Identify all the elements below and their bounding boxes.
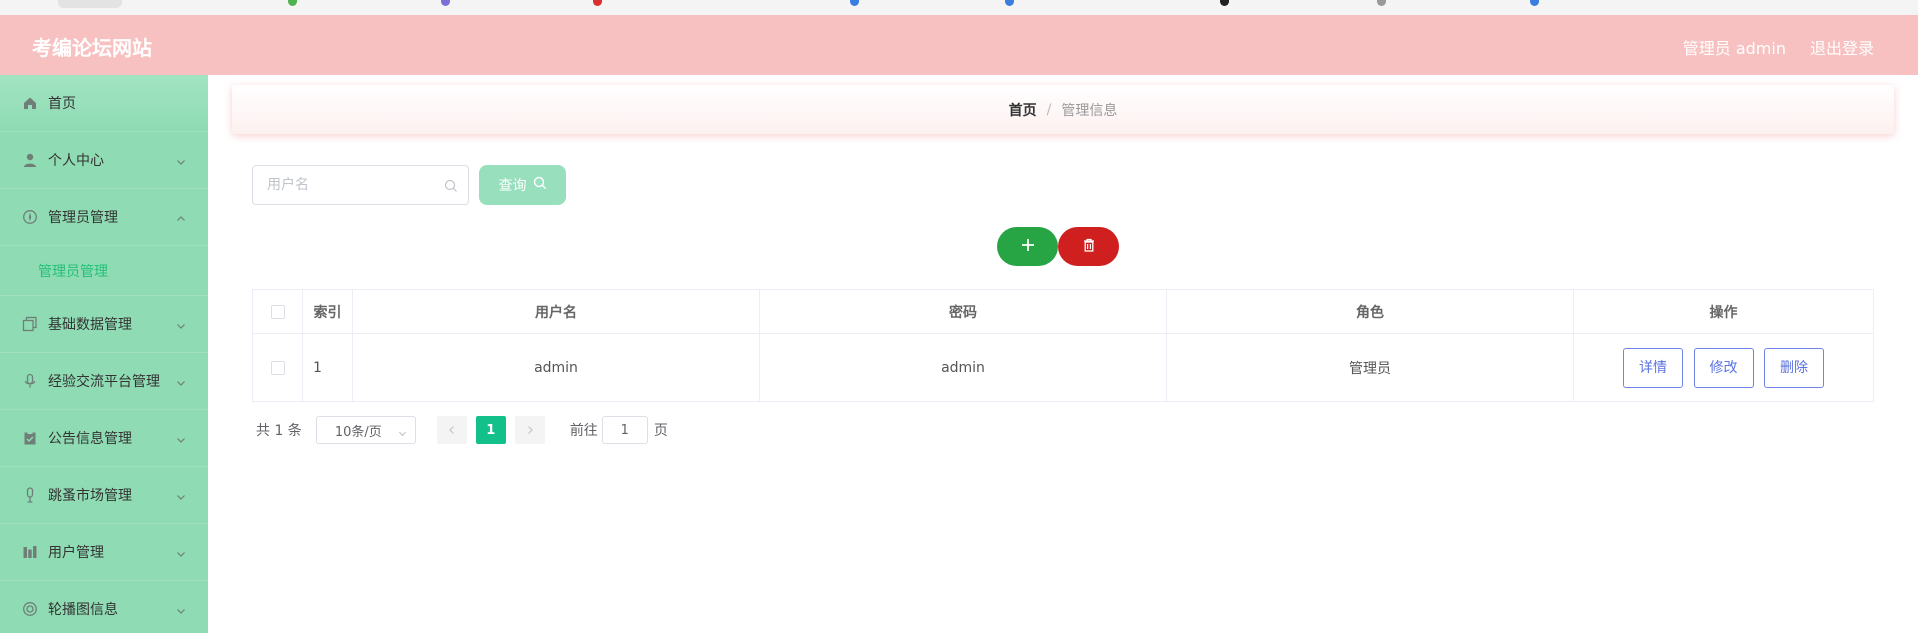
admin-table: 索引 用户名 密码 角色 操作 1 admin admin 管理员 详情 修改 …	[252, 289, 1874, 402]
breadcrumb-current: 管理信息	[1061, 102, 1118, 119]
user-icon	[22, 152, 38, 168]
clipboard-icon	[22, 430, 38, 446]
sidebar-item-admin-management[interactable]: 管理员管理	[0, 189, 208, 246]
row-checkbox[interactable]	[270, 360, 285, 375]
row-role: 管理员	[1166, 333, 1574, 402]
bookmark-icon[interactable]	[1377, 0, 1386, 6]
chevron-right-icon	[527, 426, 533, 434]
bookmark-icon[interactable]	[288, 0, 297, 6]
trash-icon	[1081, 237, 1097, 257]
query-button-label: 查询	[498, 178, 527, 194]
sidebar-item-carousel[interactable]: 轮播图信息	[0, 581, 208, 633]
goto-suffix: 页	[653, 423, 668, 439]
breadcrumb: 首页 / 管理信息	[232, 85, 1894, 134]
sidebar-item-profile[interactable]: 个人中心	[0, 132, 208, 189]
sidebar-item-label: 个人中心	[48, 153, 104, 169]
sidebar-item-home[interactable]: 首页	[0, 75, 208, 132]
sidebar-item-basic-data[interactable]: 基础数据管理	[0, 296, 208, 353]
chevron-down-icon	[176, 319, 186, 329]
goto-page-input[interactable]	[601, 416, 648, 444]
batch-delete-button[interactable]	[1058, 227, 1119, 266]
table-header-row: 索引 用户名 密码 角色 操作	[252, 289, 1874, 334]
mic-stand-icon	[22, 487, 38, 503]
sidebar-item-label: 轮播图信息	[48, 602, 118, 618]
total-count: 共 1 条	[256, 423, 302, 439]
row-index: 1	[302, 333, 353, 402]
bookmark-icon[interactable]	[1530, 0, 1539, 6]
chevron-down-icon	[176, 155, 186, 165]
search-icon	[444, 178, 458, 192]
delete-button[interactable]: 删除	[1763, 347, 1824, 388]
sidebar-item-announcements[interactable]: 公告信息管理	[0, 410, 208, 467]
edit-button[interactable]: 修改	[1693, 347, 1754, 388]
compass-icon	[22, 209, 38, 225]
plus-icon	[1020, 237, 1036, 257]
search-icon	[533, 176, 547, 194]
sidebar-item-label: 经验交流平台管理	[48, 374, 160, 390]
bookmark-icon[interactable]	[593, 0, 602, 6]
browser-bookmark-bar	[0, 0, 1918, 15]
sidebar-item-users[interactable]: 用户管理	[0, 524, 208, 581]
select-all-cell	[252, 289, 303, 334]
chevron-down-icon	[176, 376, 186, 386]
prev-page-button[interactable]	[436, 416, 467, 444]
column-header-password: 密码	[759, 289, 1167, 334]
column-header-role: 角色	[1166, 289, 1574, 334]
page-size-value: 10条/页	[334, 424, 382, 440]
column-header-actions: 操作	[1573, 289, 1874, 334]
row-username: admin	[352, 333, 760, 402]
chevron-down-icon	[176, 547, 186, 557]
copy-icon	[22, 316, 38, 332]
goto-prefix: 前往	[569, 423, 598, 439]
chevron-up-icon	[176, 212, 186, 222]
chevron-down-icon	[176, 433, 186, 443]
chart-icon	[22, 544, 38, 560]
detail-button[interactable]: 详情	[1623, 347, 1684, 388]
row-actions: 详情 修改 删除	[1573, 333, 1874, 402]
query-button[interactable]: 查询	[479, 165, 566, 205]
bookmark-icon[interactable]	[441, 0, 450, 6]
sidebar-item-label: 用户管理	[48, 545, 104, 561]
sidebar-item-label: 管理员管理	[48, 210, 118, 226]
pagination: 共 1 条 10条/页 1 前往 页	[256, 416, 668, 444]
sidebar-item-label: 公告信息管理	[48, 431, 132, 447]
bookmark-icon[interactable]	[1220, 0, 1229, 6]
add-button[interactable]	[997, 227, 1058, 266]
browser-tab[interactable]	[58, 0, 122, 8]
current-user-label: 管理员 admin	[1682, 39, 1786, 58]
home-icon	[22, 95, 38, 111]
logout-link[interactable]: 退出登录	[1810, 35, 1874, 59]
sidebar-item-label: 跳蚤市场管理	[48, 488, 132, 504]
chevron-down-icon	[176, 604, 186, 614]
site-title: 考编论坛网站	[32, 36, 152, 60]
search-input[interactable]	[267, 177, 437, 193]
sidebar-menu: 首页 个人中心 管理员管理 管理员管理 基础数据管理 经验交流平台管理 公告信息…	[0, 75, 208, 633]
sidebar-item-label: 首页	[48, 96, 76, 112]
chevron-down-icon	[398, 427, 407, 437]
sidebar-item-flea-market[interactable]: 跳蚤市场管理	[0, 467, 208, 524]
header-user-area: 管理员 admin 退出登录	[1683, 35, 1874, 59]
page-size-select[interactable]: 10条/页	[315, 416, 416, 444]
bookmark-icon[interactable]	[1005, 0, 1014, 6]
row-select-cell	[252, 333, 303, 402]
table-row: 1 admin admin 管理员 详情 修改 删除	[252, 333, 1874, 402]
life-ring-icon	[22, 601, 38, 617]
sidebar-subitem-admin-management[interactable]: 管理员管理	[0, 246, 208, 296]
select-all-checkbox[interactable]	[270, 304, 285, 319]
column-header-username: 用户名	[352, 289, 760, 334]
top-header: 考编论坛网站 管理员 admin 退出登录	[0, 15, 1918, 75]
row-password: admin	[759, 333, 1167, 402]
sidebar-item-experience-exchange[interactable]: 经验交流平台管理	[0, 353, 208, 410]
breadcrumb-home[interactable]: 首页	[1009, 100, 1037, 120]
column-header-index: 索引	[302, 289, 353, 334]
chevron-left-icon	[448, 426, 454, 434]
microphone-icon	[22, 373, 38, 389]
chevron-down-icon	[176, 490, 186, 500]
page-number-current[interactable]: 1	[475, 416, 506, 444]
sidebar-item-label: 基础数据管理	[48, 317, 132, 333]
search-field[interactable]	[252, 165, 469, 205]
breadcrumb-separator: /	[1046, 101, 1052, 118]
next-page-button[interactable]	[514, 416, 545, 444]
bookmark-icon[interactable]	[850, 0, 859, 6]
